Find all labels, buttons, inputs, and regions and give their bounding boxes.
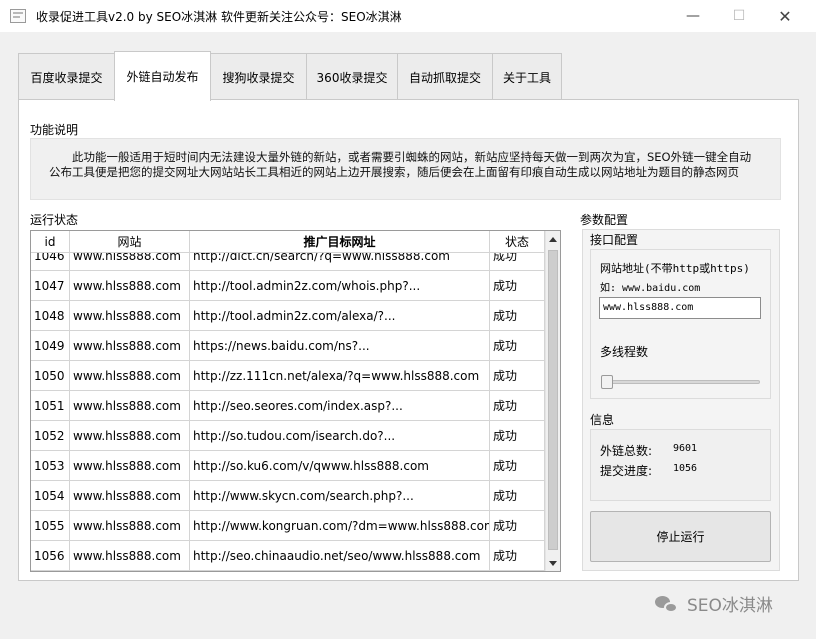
table-row[interactable]: 1053 www.hlss888.com http://so.ku6.com/v/q… xyxy=(31,451,545,481)
minimize-button[interactable]: — xyxy=(670,0,716,32)
table-rows: 1046 www.hlss888.com http://dict.cn/search… xyxy=(31,253,545,571)
row-id: 1047 xyxy=(31,271,70,301)
row-site: www.hlss888.com xyxy=(70,301,190,331)
scrollbar-thumb[interactable] xyxy=(548,250,558,550)
row-id: 1048 xyxy=(31,301,70,331)
row-status: 成功 xyxy=(490,253,545,271)
table-row[interactable]: 1056 www.hlss888.com http://seo.chinaaudio… xyxy=(31,541,545,571)
row-status: 成功 xyxy=(490,541,545,571)
row-status: 成功 xyxy=(490,391,545,421)
submit-progress-label: 提交进度: xyxy=(600,464,653,478)
row-id: 1055 xyxy=(31,511,70,541)
row-id: 1056 xyxy=(31,541,70,571)
row-site: www.hlss888.com xyxy=(70,541,190,571)
row-id: 1051 xyxy=(31,391,70,421)
table-header: id 网站 推广目标网址 状态 xyxy=(31,231,545,253)
config-label: 参数配置 xyxy=(580,213,629,227)
table-row[interactable]: 1052 www.hlss888.com http://so.tudou.com/i… xyxy=(31,421,545,451)
row-id: 1049 xyxy=(31,331,70,361)
app-icon xyxy=(10,9,26,23)
tab-360-submit[interactable]: 360收录提交 xyxy=(306,53,398,100)
column-header-status[interactable]: 状态 xyxy=(490,231,545,253)
run-status-label: 运行状态 xyxy=(30,213,79,227)
row-id: 1052 xyxy=(31,421,70,451)
maximize-button[interactable]: ☐ xyxy=(716,0,762,32)
interface-config-label: 接口配置 xyxy=(590,233,639,247)
table-row[interactable]: 1048 www.hlss888.com http://tool.admin2z.c… xyxy=(31,301,545,331)
table-row[interactable]: 1047 www.hlss888.com http://tool.admin2z.c… xyxy=(31,271,545,301)
row-site: www.hlss888.com xyxy=(70,421,190,451)
tab-baidu-submit[interactable]: 百度收录提交 xyxy=(18,53,115,100)
row-site: www.hlss888.com xyxy=(70,391,190,421)
tab-backlink-publish[interactable]: 外链自动发布 xyxy=(114,51,211,101)
tab-sogou-submit[interactable]: 搜狗收录提交 xyxy=(210,53,307,100)
tab-auto-crawl-submit[interactable]: 自动抓取提交 xyxy=(397,53,493,100)
row-site: www.hlss888.com xyxy=(70,271,190,301)
scroll-down-icon[interactable] xyxy=(549,561,557,566)
threads-slider-track[interactable] xyxy=(602,380,760,384)
row-target-url: http://tool.admin2z.com/whois.php?... xyxy=(190,271,490,301)
tab-about[interactable]: 关于工具 xyxy=(492,53,562,100)
row-target-url: http://www.skycn.com/search.php?... xyxy=(190,481,490,511)
row-id: 1053 xyxy=(31,451,70,481)
row-status: 成功 xyxy=(490,421,545,451)
row-status: 成功 xyxy=(490,361,545,391)
row-site: www.hlss888.com xyxy=(70,511,190,541)
threads-slider-handle[interactable] xyxy=(601,375,613,389)
row-status: 成功 xyxy=(490,301,545,331)
wechat-icon xyxy=(655,594,681,614)
row-status: 成功 xyxy=(490,451,545,481)
row-status: 成功 xyxy=(490,511,545,541)
row-id: 1050 xyxy=(31,361,70,391)
column-header-id[interactable]: id xyxy=(31,231,70,253)
table-row[interactable]: 1055 www.hlss888.com http://www.kongruan.c… xyxy=(31,511,545,541)
row-site: www.hlss888.com xyxy=(70,481,190,511)
row-target-url: http://tool.admin2z.com/alexa/?... xyxy=(190,301,490,331)
site-address-example: 如: www.baidu.com xyxy=(600,283,701,294)
backlink-total-value: 9601 xyxy=(673,443,698,454)
row-site: www.hlss888.com xyxy=(70,253,190,271)
row-target-url: http://dict.cn/search/?q=www.hlss888.com xyxy=(190,253,490,271)
scroll-up-icon[interactable] xyxy=(549,237,557,242)
table-scrollbar[interactable] xyxy=(545,231,560,571)
row-site: www.hlss888.com xyxy=(70,451,190,481)
table-body: 1046 www.hlss888.com http://dict.cn/search… xyxy=(31,253,545,571)
row-target-url: http://seo.seores.com/index.asp?... xyxy=(190,391,490,421)
site-address-input[interactable]: www.hlss888.com xyxy=(599,297,761,319)
row-site: www.hlss888.com xyxy=(70,361,190,391)
info-label: 信息 xyxy=(590,413,615,427)
close-button[interactable]: ✕ xyxy=(762,0,808,32)
run-status-table: id 网站 推广目标网址 状态 1046 www.hlss888.com http:… xyxy=(30,230,561,572)
row-target-url: http://www.kongruan.com/?dm=www.hlss888.… xyxy=(190,511,490,541)
table-row[interactable]: 1051 www.hlss888.com http://seo.seores.com… xyxy=(31,391,545,421)
row-site: www.hlss888.com xyxy=(70,331,190,361)
column-header-target-url[interactable]: 推广目标网址 xyxy=(190,231,490,253)
row-status: 成功 xyxy=(490,481,545,511)
title-bar: 收录促进工具v2.0 by SEO冰淇淋 软件更新关注公众号：SEO冰淇淋 — … xyxy=(0,0,816,32)
row-target-url: http://zz.111cn.net/alexa/?q=www.hlss888… xyxy=(190,361,490,391)
table-row[interactable]: 1054 www.hlss888.com http://www.skycn.com/… xyxy=(31,481,545,511)
row-id: 1054 xyxy=(31,481,70,511)
submit-progress-value: 1056 xyxy=(673,463,698,474)
row-target-url: http://so.ku6.com/v/qwww.hlss888.com xyxy=(190,451,490,481)
watermark: SEO冰淇淋 xyxy=(655,591,773,616)
row-id: 1046 xyxy=(31,253,70,271)
threads-label: 多线程数 xyxy=(600,345,649,359)
stop-button[interactable]: 停止运行 xyxy=(590,511,771,562)
row-target-url: https://news.baidu.com/ns?... xyxy=(190,331,490,361)
table-row[interactable]: 1046 www.hlss888.com http://dict.cn/search… xyxy=(31,253,545,271)
watermark-text: SEO冰淇淋 xyxy=(687,596,773,616)
row-target-url: http://seo.chinaaudio.net/seo/www.hlss88… xyxy=(190,541,490,571)
column-header-site[interactable]: 网站 xyxy=(70,231,190,253)
backlink-total-label: 外链总数: xyxy=(600,444,653,458)
row-status: 成功 xyxy=(490,331,545,361)
row-target-url: http://so.tudou.com/isearch.do?... xyxy=(190,421,490,451)
description-label: 功能说明 xyxy=(30,123,79,137)
table-row[interactable]: 1050 www.hlss888.com http://zz.111cn.net/a… xyxy=(31,361,545,391)
description-text: 此功能一般适用于短时间内无法建设大量外链的新站，或者需要引蜘蛛的网站，新站应坚持… xyxy=(30,138,781,200)
window-title: 收录促进工具v2.0 by SEO冰淇淋 软件更新关注公众号：SEO冰淇淋 xyxy=(36,10,402,24)
site-address-label: 网站地址(不带http或https) xyxy=(600,262,750,275)
table-row[interactable]: 1049 www.hlss888.com https://news.baidu.co… xyxy=(31,331,545,361)
row-status: 成功 xyxy=(490,271,545,301)
